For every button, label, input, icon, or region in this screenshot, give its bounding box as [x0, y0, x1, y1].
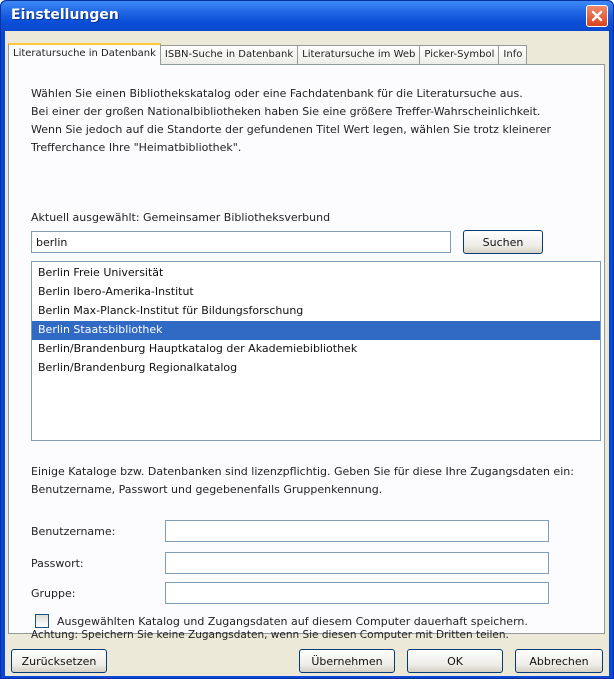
license-line: Einige Kataloge bzw. Datenbanken sind li…: [31, 465, 574, 478]
apply-button[interactable]: Übernehmen: [299, 649, 395, 673]
tab-panel: Wählen Sie einen Bibliothekskatalog oder…: [8, 64, 605, 634]
intro-line: Trefferchance Ihre "Heimatbibliothek".: [31, 141, 242, 154]
tab-literatursuche-datenbank[interactable]: Literatursuche in Datenbank: [8, 43, 161, 65]
username-field[interactable]: [165, 520, 549, 542]
group-label: Gruppe:: [31, 587, 76, 600]
intro-line: Wählen Sie einen Bibliothekskatalog oder…: [31, 87, 523, 100]
list-item[interactable]: Berlin Ibero-Amerika-Institut: [32, 283, 600, 302]
tab-picker-symbol[interactable]: Picker-Symbol: [419, 45, 500, 65]
intro-text: Wählen Sie einen Bibliothekskatalog oder…: [31, 85, 551, 157]
catalog-list[interactable]: Berlin Freie Universität Berlin Ibero-Am…: [31, 261, 601, 441]
current-selection-label: Aktuell ausgewählt: Gemeinsamer Biblioth…: [31, 211, 331, 224]
cancel-button[interactable]: Abbrechen: [515, 649, 603, 673]
dialog-body: Literatursuche in Datenbank ISBN-Suche i…: [5, 31, 609, 676]
group-field[interactable]: [165, 582, 549, 604]
list-item[interactable]: Berlin Freie Universität: [32, 264, 600, 283]
save-checkbox-label[interactable]: Ausgewählten Katalog und Zugangsdaten au…: [57, 615, 528, 628]
tab-literatursuche-web[interactable]: Literatursuche im Web: [297, 45, 421, 65]
password-field[interactable]: [165, 552, 549, 574]
list-item[interactable]: Berlin/Brandenburg Hauptkatalog der Akad…: [32, 340, 600, 359]
settings-window: Einstellungen Literatursuche in Datenban…: [0, 0, 614, 679]
tab-isbn-suche[interactable]: ISBN-Suche in Datenbank: [159, 45, 299, 65]
warning-text: Achtung: Speichern Sie keine Zugangsdate…: [31, 629, 509, 641]
window-title: Einstellungen: [11, 7, 119, 23]
list-item-selected[interactable]: Berlin Staatsbibliothek: [32, 321, 600, 340]
reset-button[interactable]: Zurücksetzen: [11, 649, 107, 673]
ok-button[interactable]: OK: [407, 649, 503, 673]
password-label: Passwort:: [31, 557, 84, 570]
intro-line: Wenn Sie jedoch auf die Standorte der ge…: [31, 123, 552, 136]
intro-line: Bei einer der großen Nationalbibliotheke…: [31, 105, 541, 118]
license-text: Einige Kataloge bzw. Datenbanken sind li…: [31, 463, 574, 499]
search-button[interactable]: Suchen: [463, 230, 543, 254]
title-bar[interactable]: Einstellungen: [1, 1, 613, 31]
close-icon: [591, 10, 603, 22]
username-label: Benutzername:: [31, 525, 116, 538]
list-item[interactable]: Berlin Max-Planck-Institut für Bildungsf…: [32, 302, 600, 321]
search-input[interactable]: [31, 231, 451, 253]
tab-info[interactable]: Info: [498, 45, 528, 65]
save-checkbox[interactable]: [35, 614, 49, 628]
tab-strip: Literatursuche in Datenbank ISBN-Suche i…: [8, 43, 528, 65]
license-line: Benutzername, Passwort und gegebenenfall…: [31, 483, 383, 496]
list-item[interactable]: Berlin/Brandenburg Regionalkatalog: [32, 359, 600, 378]
close-button[interactable]: [586, 5, 608, 27]
